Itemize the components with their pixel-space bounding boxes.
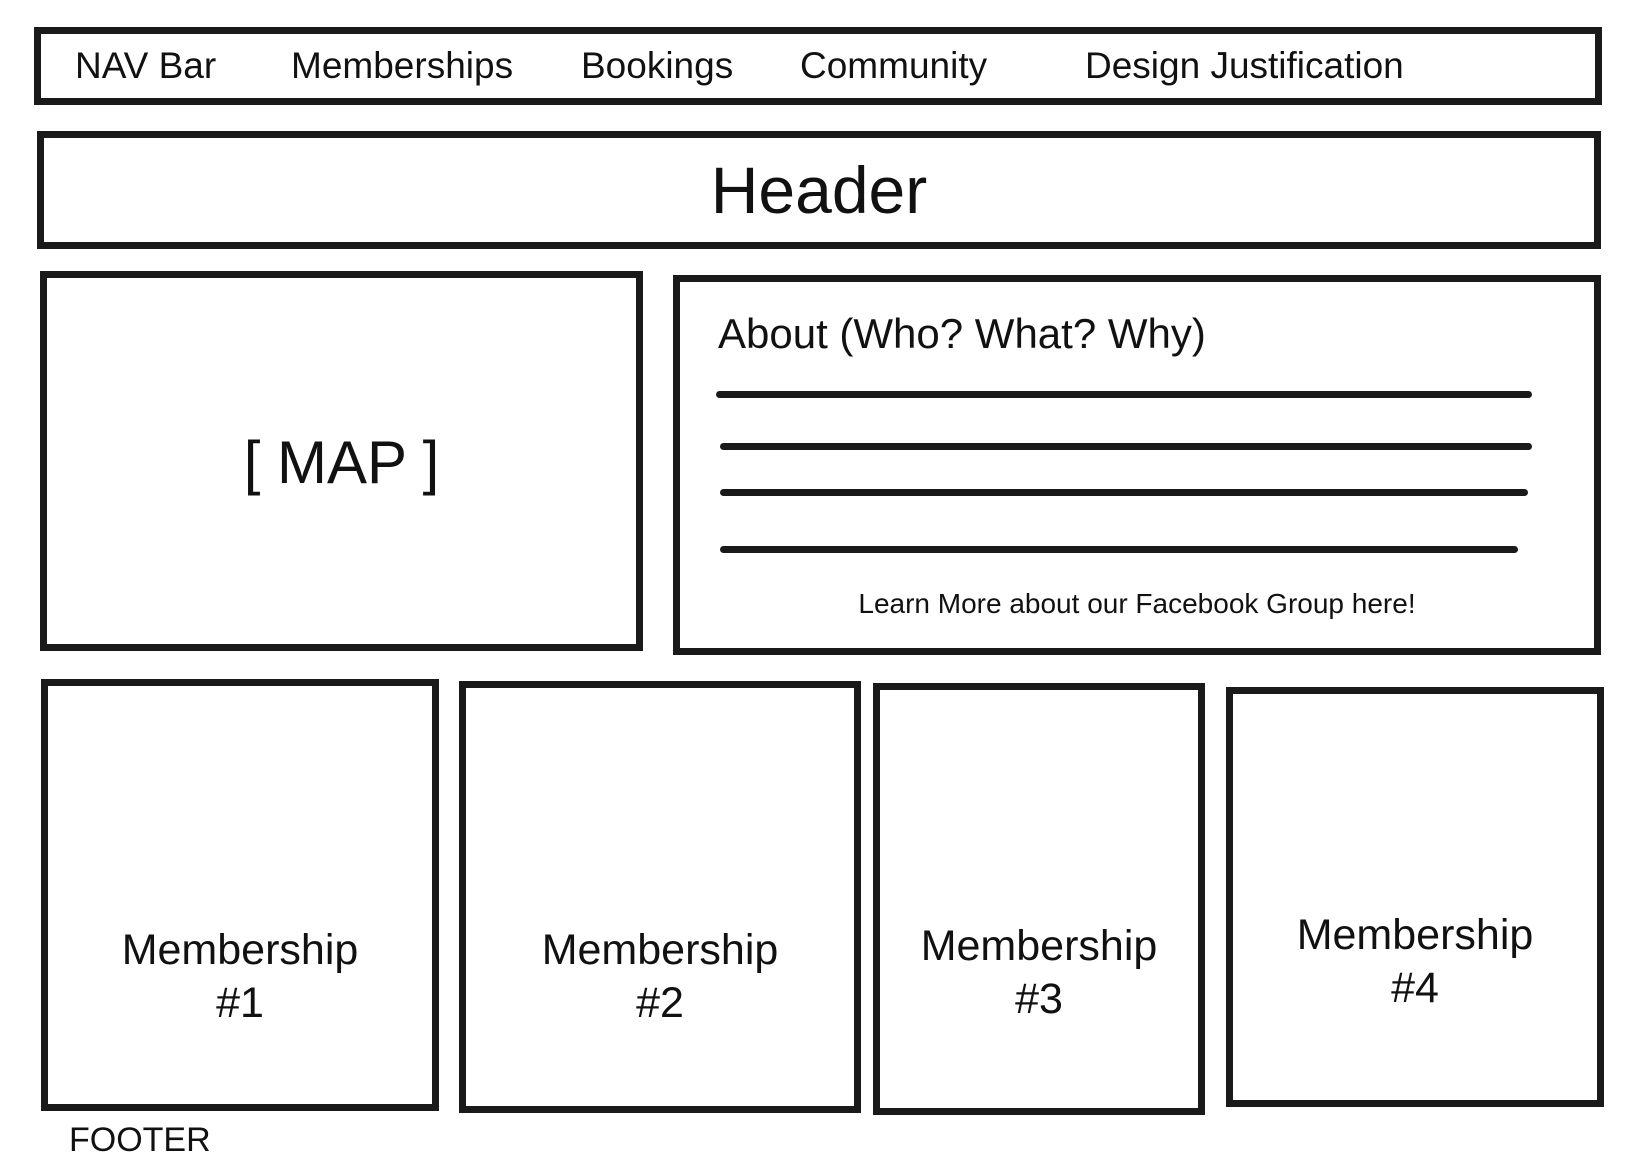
membership-card-2[interactable]: Membership #2 — [459, 681, 861, 1113]
nav-item-community[interactable]: Community — [800, 46, 987, 86]
facebook-group-link[interactable]: Learn More about our Facebook Group here… — [680, 588, 1594, 620]
membership-card-4[interactable]: Membership #4 — [1226, 687, 1604, 1107]
about-text-line — [720, 489, 1528, 496]
membership-card-label: Membership #2 — [466, 924, 854, 1030]
nav-item-design-justification[interactable]: Design Justification — [1085, 46, 1404, 86]
membership-card-label: Membership #3 — [880, 920, 1198, 1026]
membership-card-number: #4 — [1391, 964, 1439, 1012]
membership-card-3[interactable]: Membership #3 — [873, 683, 1205, 1115]
membership-card-title: Membership — [121, 926, 359, 974]
membership-card-number: #1 — [216, 979, 264, 1027]
nav-item-navbar-label[interactable]: NAV Bar — [75, 46, 216, 86]
membership-card-title: Membership — [541, 926, 779, 974]
membership-card-label: Membership #1 — [48, 924, 432, 1030]
nav-item-bookings[interactable]: Bookings — [581, 46, 733, 86]
membership-card-title: Membership — [1296, 911, 1534, 959]
membership-card-number: #3 — [1015, 975, 1063, 1023]
about-text-line — [720, 443, 1532, 450]
about-text-line — [716, 391, 1532, 398]
nav-item-memberships[interactable]: Memberships — [291, 46, 513, 86]
membership-card-label: Membership #4 — [1233, 909, 1597, 1015]
membership-card-1[interactable]: Membership #1 — [41, 679, 439, 1111]
map-label: [ MAP ] — [243, 429, 440, 496]
footer-label: FOOTER — [69, 1121, 211, 1159]
header-box: Header — [37, 131, 1601, 249]
about-text-line — [720, 546, 1518, 553]
header-title: Header — [710, 153, 928, 227]
nav-bar: NAV Bar Memberships Bookings Community D… — [34, 27, 1602, 105]
map-box[interactable]: [ MAP ] — [40, 271, 643, 651]
about-box: About (Who? What? Why) Learn More about … — [673, 275, 1601, 655]
about-title: About (Who? What? Why) — [718, 310, 1206, 357]
membership-card-title: Membership — [920, 922, 1158, 970]
membership-card-number: #2 — [636, 979, 684, 1027]
